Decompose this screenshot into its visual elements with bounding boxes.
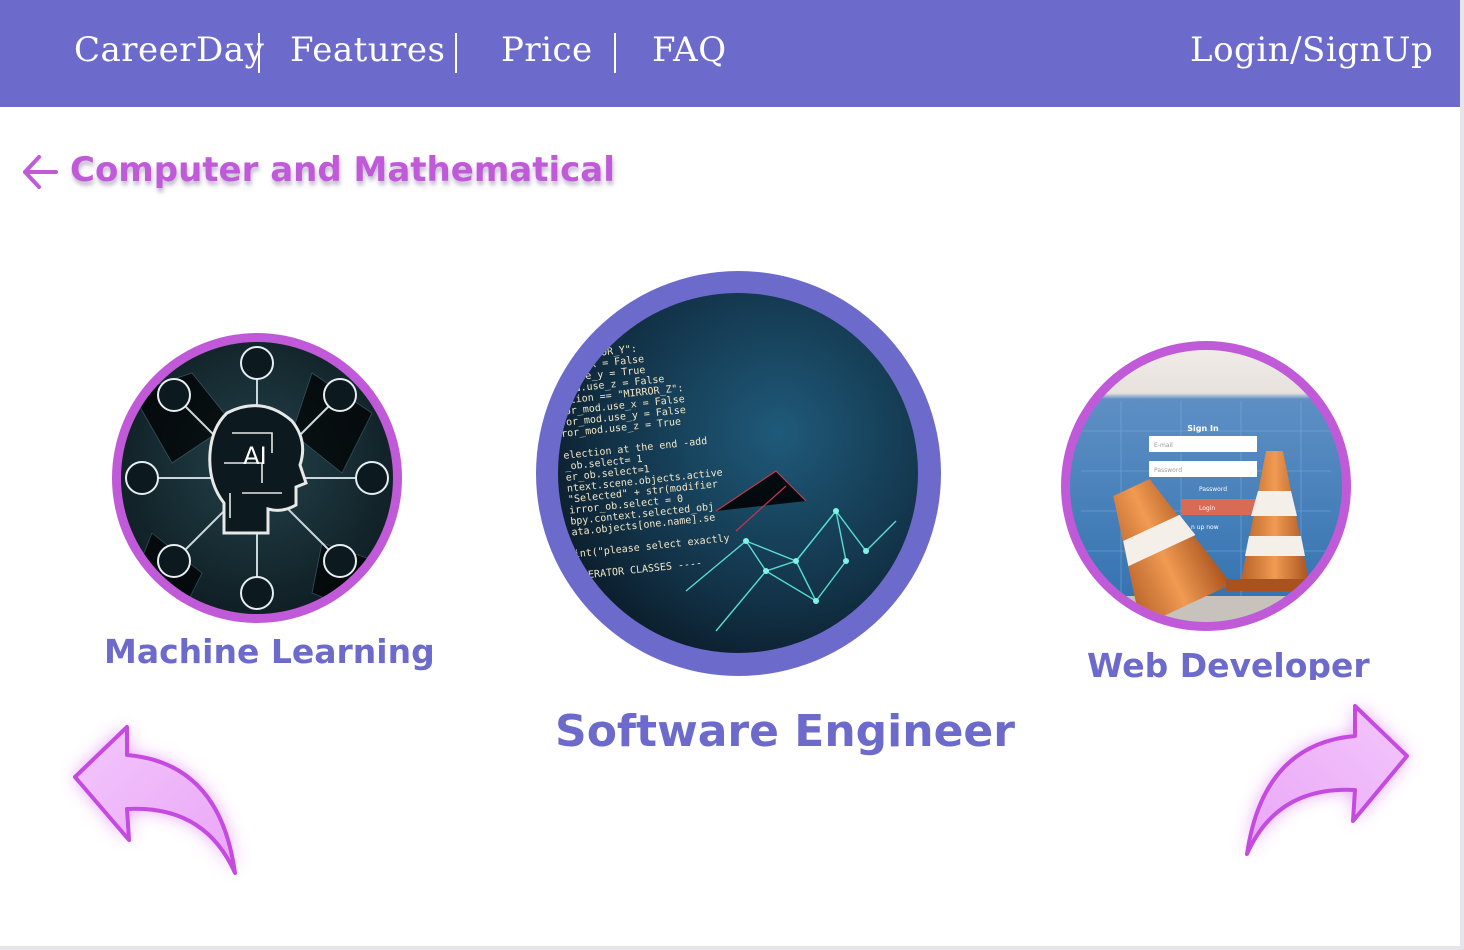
career-label-machine-learning[interactable]: Machine Learning — [104, 632, 435, 671]
email-placeholder: E-mail — [1154, 442, 1173, 449]
login-signup-link[interactable]: Login/SignUp — [1190, 30, 1433, 70]
category-title: Computer and Mathematical — [70, 150, 615, 190]
code-line: _y = False — [550, 324, 611, 341]
arrow-left-icon[interactable] — [20, 150, 60, 196]
nav-item-features[interactable]: Features — [290, 30, 446, 70]
web-developer-card[interactable]: Sign In E-mail Password Password Login n… — [1061, 341, 1351, 631]
software-engineer-image: x_ = True_y = False_z = False== "MIRROR_… — [549, 293, 918, 653]
brand-link[interactable]: CareerDay — [74, 30, 264, 70]
curved-arrow-left-icon[interactable] — [45, 705, 270, 905]
career-label-web-developer[interactable]: Web Developer — [1087, 646, 1370, 680]
software-engineer-card[interactable]: x_ = True _y = False _z = False == "MIRROR_… — [536, 271, 941, 676]
machine-learning-card[interactable]: AI — [112, 333, 402, 623]
nav-divider — [258, 33, 260, 73]
nav-item-faq[interactable]: FAQ — [652, 30, 727, 70]
page-right-border — [1460, 0, 1464, 950]
nav-divider — [455, 33, 457, 73]
password-placeholder: Password — [1154, 467, 1182, 474]
curved-arrow-right-icon[interactable] — [1225, 690, 1450, 890]
web-developer-image: Sign In E-mail Password Password Login n… — [1070, 350, 1342, 622]
login-button-text: Login — [1199, 505, 1215, 512]
page-bottom-border — [0, 946, 1464, 950]
signin-form-title: Sign In — [1187, 424, 1219, 433]
ai-badge-text: AI — [243, 442, 267, 470]
signup-text: n up now — [1191, 524, 1219, 531]
top-nav-bar: CareerDay Features Price FAQ Login/SignU… — [0, 0, 1460, 107]
forgot-password-text: Password — [1199, 486, 1227, 493]
career-label-software-engineer[interactable]: Software Engineer — [555, 706, 1015, 757]
code-line: _z = False — [551, 335, 612, 352]
nav-divider — [614, 33, 616, 73]
machine-learning-image: AI — [121, 342, 393, 614]
nav-item-price[interactable]: Price — [501, 30, 593, 70]
code-line: x_ = True — [549, 314, 604, 331]
